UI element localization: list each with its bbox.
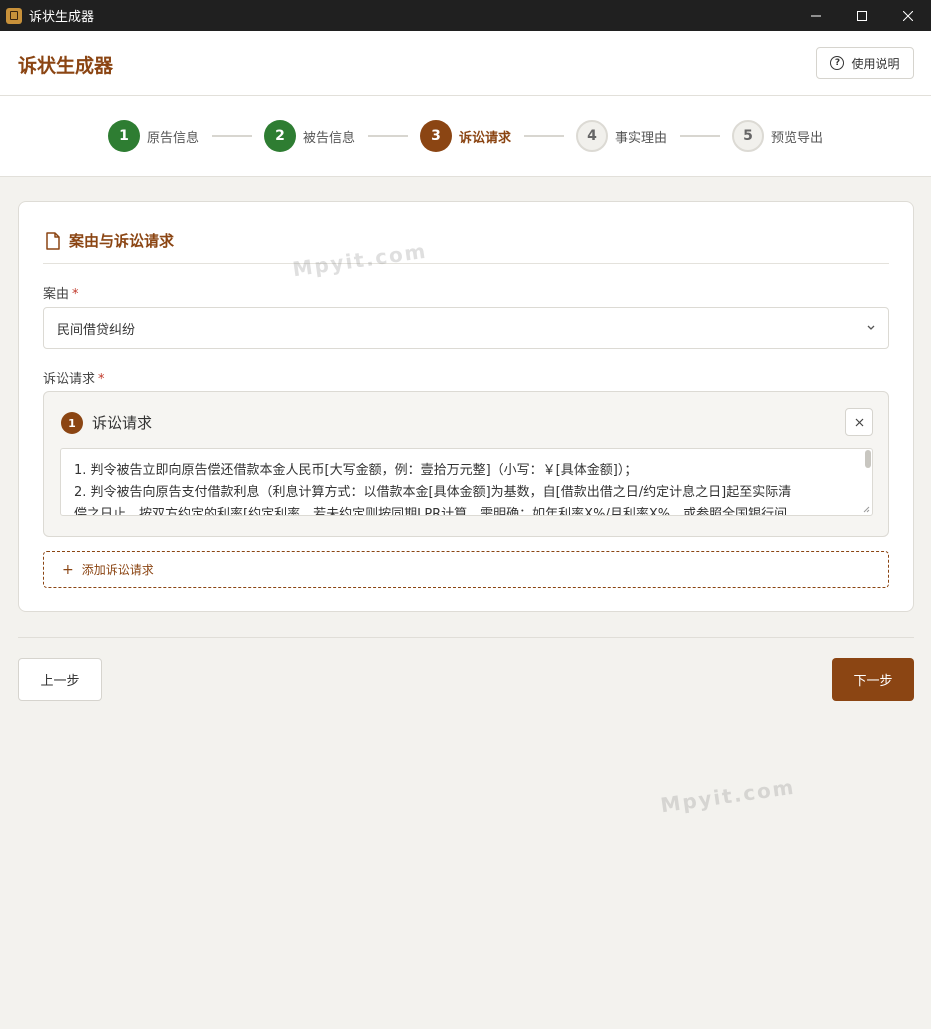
claim-item: 1 诉讼请求 1. 判令被告立即向原告偿还借款本金人民币[大写金额，例：壹拾万元… — [43, 391, 889, 537]
claims-label: 诉讼请求 * — [43, 372, 105, 387]
footer-divider — [18, 637, 914, 638]
claim-text-line: 1. 判令被告立即向原告偿还借款本金人民币[大写金额，例：壹拾万元整]（小写：￥… — [74, 463, 638, 478]
previous-step-button[interactable]: 上一步 — [18, 658, 102, 701]
remove-claim-button[interactable] — [845, 408, 873, 436]
help-button[interactable]: ? 使用说明 — [816, 47, 914, 79]
claims-card: 案由与诉讼请求 案由 * 民间借贷纠纷 诉讼请求 * 1 诉讼请求 1. 判令被告立… — [18, 201, 914, 612]
claim-text-line: 偿之日止，按双方约定的利率[约定利率，若未约定则按同期LPR计算，需明确：如年利… — [74, 507, 788, 516]
watermark: Mpyit.com — [658, 774, 797, 818]
step-label: 预览导出 — [771, 130, 824, 146]
minimize-icon — [811, 15, 821, 16]
add-claim-label: 添加诉讼请求 — [81, 563, 154, 577]
add-claim-button[interactable]: + 添加诉讼请求 — [43, 551, 889, 588]
maximize-button[interactable] — [839, 0, 885, 31]
help-button-label: 使用说明 — [851, 56, 900, 71]
question-circle-icon: ? — [830, 56, 845, 70]
step-number: 2 — [264, 120, 296, 152]
step-label: 原告信息 — [147, 130, 200, 146]
case-type-label: 案由 * — [43, 287, 79, 302]
plus-icon: + — [62, 561, 74, 578]
step-label: 事实理由 — [615, 130, 668, 146]
document-icon — [46, 231, 60, 250]
step-number: 5 — [732, 120, 764, 152]
window-controls — [793, 0, 931, 31]
claim-title: 诉讼请求 — [92, 414, 153, 432]
step-number: 4 — [576, 120, 608, 152]
section-title: 案由与诉讼请求 — [45, 230, 174, 251]
required-mark: * — [72, 287, 79, 302]
close-icon — [903, 10, 913, 21]
close-window-button[interactable] — [885, 0, 931, 31]
step-3[interactable]: 3 诉讼请求 — [420, 120, 511, 152]
minimize-button[interactable] — [793, 0, 839, 31]
step-label: 被告信息 — [303, 130, 356, 146]
step-progress: 1 原告信息 2 被告信息 3 诉讼请求 4 事实理由 5 预览导出 — [0, 96, 931, 177]
close-icon — [855, 418, 863, 426]
textarea-scrollbar[interactable] — [863, 450, 871, 514]
app-icon — [6, 7, 22, 24]
step-number: 3 — [420, 120, 452, 152]
resize-grip-icon[interactable] — [863, 506, 870, 513]
maximize-icon — [857, 10, 867, 21]
window-titlebar: 诉状生成器 — [0, 0, 931, 31]
next-step-button[interactable]: 下一步 — [832, 658, 914, 701]
case-type-value: 民间借贷纠纷 — [57, 322, 136, 338]
window-title: 诉状生成器 — [29, 10, 95, 25]
claim-textarea[interactable]: 1. 判令被告立即向原告偿还借款本金人民币[大写金额，例：壹拾万元整]（小写：￥… — [60, 448, 873, 516]
step-connector — [368, 135, 408, 137]
claim-number-badge: 1 — [61, 412, 83, 434]
step-connector — [524, 135, 564, 137]
required-mark: * — [98, 372, 105, 387]
step-connector — [212, 135, 252, 137]
app-header: 诉状生成器 ? 使用说明 — [0, 31, 931, 96]
scroll-thumb[interactable] — [865, 450, 871, 468]
step-label: 诉讼请求 — [459, 130, 512, 146]
section-title-text: 案由与诉讼请求 — [69, 232, 175, 250]
step-2[interactable]: 2 被告信息 — [264, 120, 355, 152]
step-connector — [680, 135, 720, 137]
step-number: 1 — [108, 120, 140, 152]
step-1[interactable]: 1 原告信息 — [108, 120, 199, 152]
case-type-select[interactable]: 民间借贷纠纷 — [43, 307, 889, 349]
chevron-down-icon — [867, 325, 875, 330]
step-5[interactable]: 5 预览导出 — [732, 120, 823, 152]
app-title: 诉状生成器 — [18, 55, 114, 77]
step-4[interactable]: 4 事实理由 — [576, 120, 667, 152]
claim-text-line: 2. 判令被告向原告支付借款利息（利息计算方式：以借款本金[具体金额]为基数，自… — [74, 485, 792, 500]
section-divider — [43, 263, 889, 264]
